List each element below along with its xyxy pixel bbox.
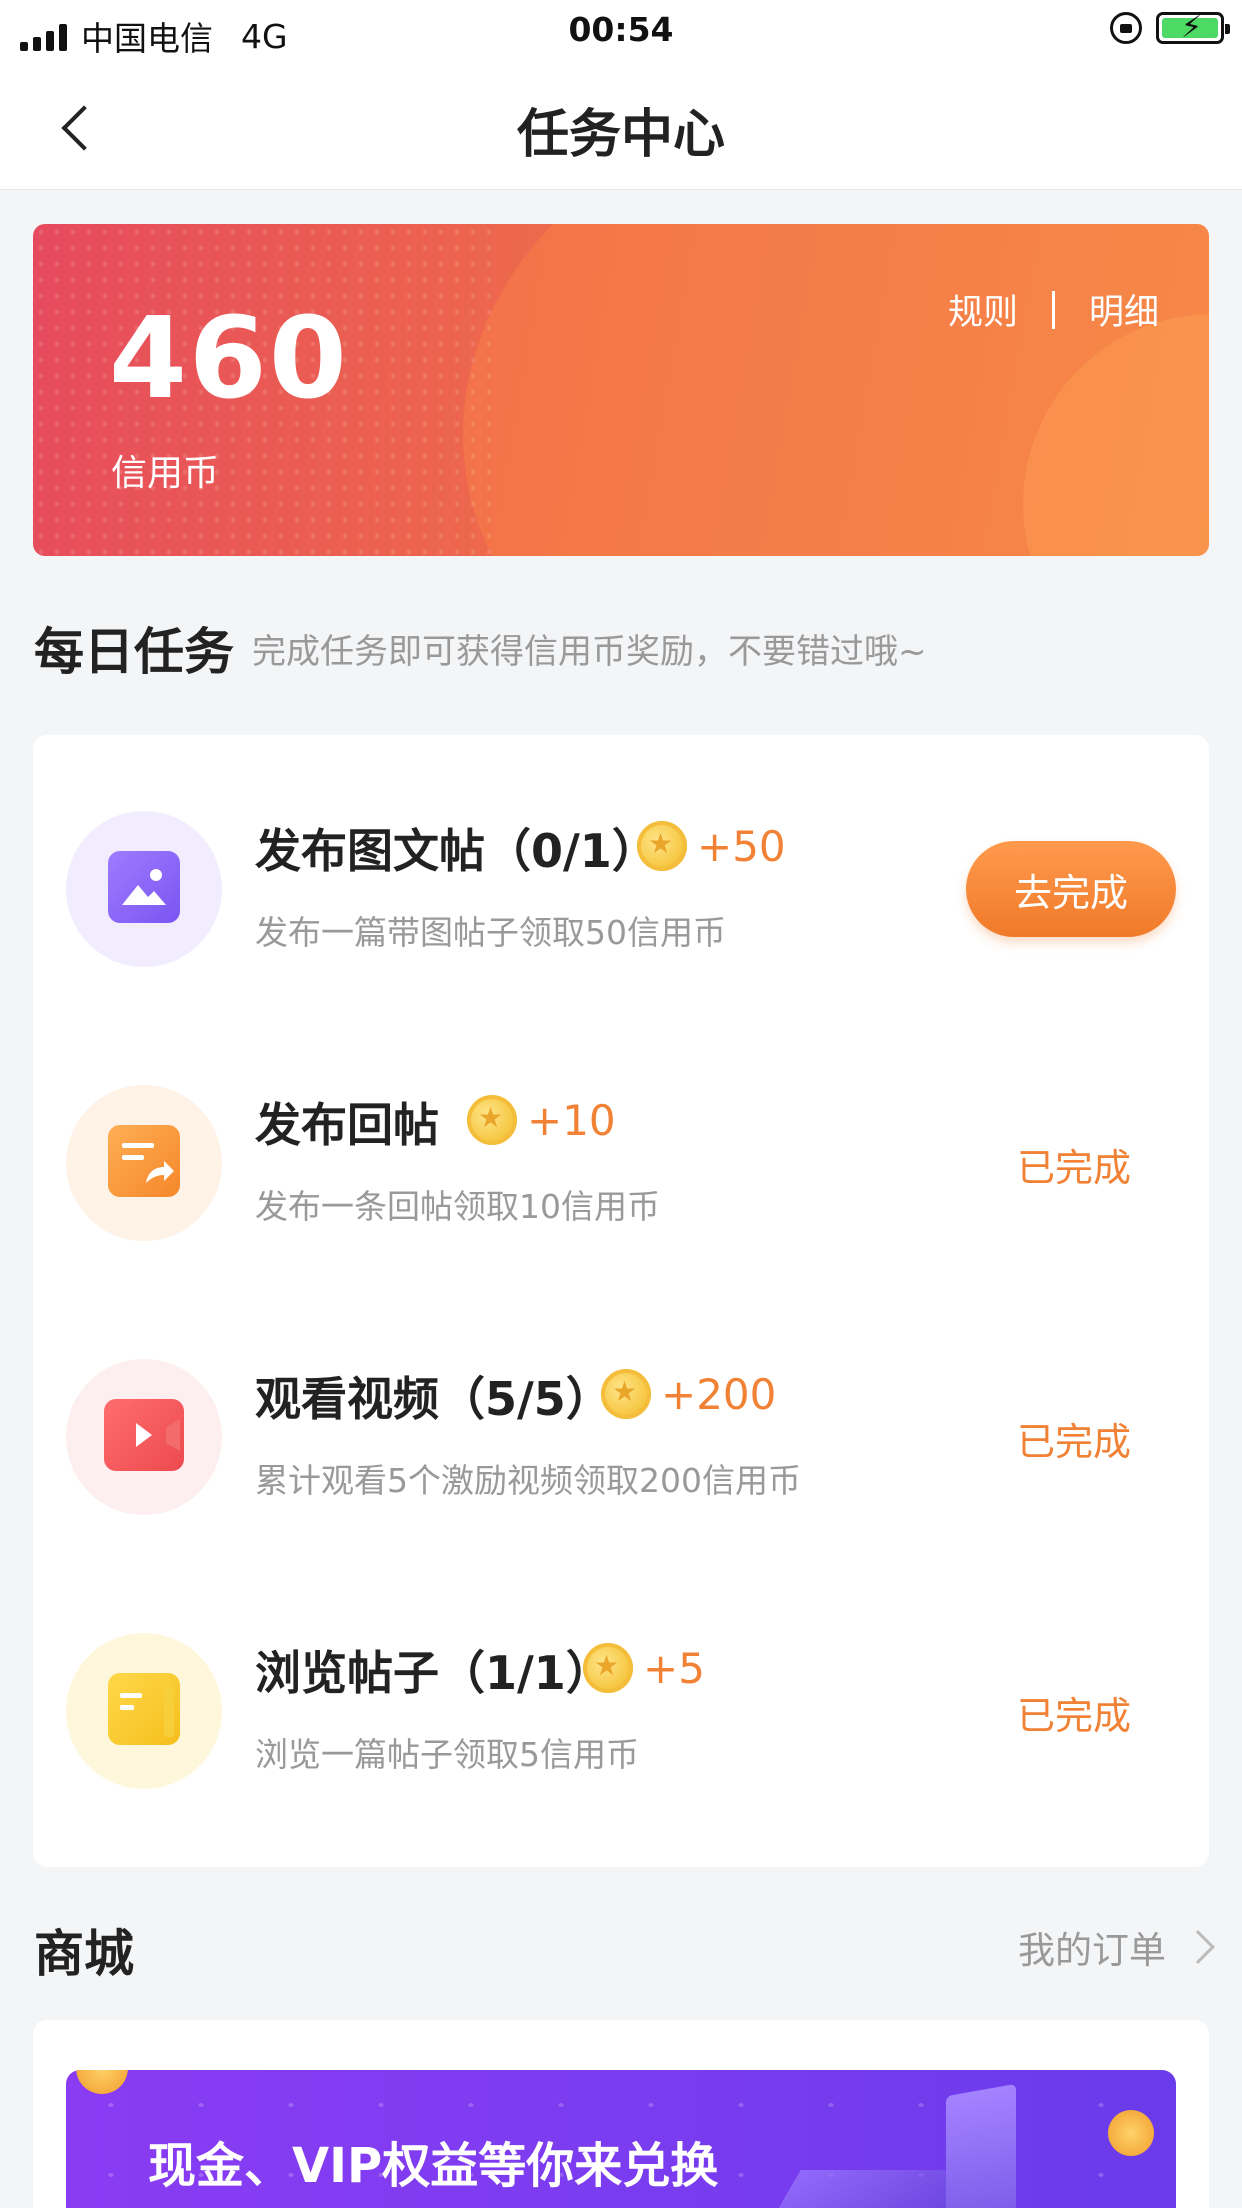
- reply-icon: [66, 1085, 222, 1241]
- battery-icon: ⚡: [1156, 11, 1230, 45]
- completed-status: 已完成: [1016, 1694, 1131, 1738]
- go-complete-button[interactable]: 去完成: [966, 841, 1176, 937]
- task-row: 观看视频（5/5） +200 累计观看5个激励视频领取200信用币 已完成: [33, 1283, 1209, 1557]
- task-list: 发布图文帖（0/1） +50 发布一篇带图帖子领取50信用币 去完成 发布回帖 …: [33, 735, 1209, 1867]
- coin-orb-icon: [1108, 2110, 1154, 2156]
- task-reward: +5: [643, 1644, 705, 1693]
- document-icon: [66, 1633, 222, 1789]
- task-description: 发布一篇带图帖子领取50信用币: [255, 913, 726, 952]
- rotation-lock-icon: [1110, 12, 1142, 44]
- video-icon: [66, 1359, 222, 1515]
- completed-status: 已完成: [1016, 1420, 1131, 1464]
- shop-banner[interactable]: 现金、VIP权益等你来兑换: [66, 2070, 1176, 2208]
- task-reward: +50: [697, 822, 786, 871]
- coin-icon: [601, 1369, 651, 1419]
- image-icon: [66, 811, 222, 967]
- daily-tasks-title: 每日任务: [34, 623, 234, 681]
- task-description: 发布一条回帖领取10信用币: [255, 1187, 660, 1226]
- credit-amount: 460: [109, 294, 349, 424]
- task-row: 发布回帖 +10 发布一条回帖领取10信用币 已完成: [33, 1009, 1209, 1283]
- page-title: 任务中心: [516, 105, 725, 165]
- task-title: 观看视频（5/5）: [255, 1372, 612, 1426]
- shop-title: 商城: [34, 1925, 134, 1983]
- credit-balance-card: 460 信用币 规则 明细: [33, 224, 1209, 556]
- link-divider: [1051, 290, 1055, 329]
- details-link[interactable]: 明细: [1089, 284, 1159, 335]
- coin-icon: [467, 1095, 517, 1145]
- my-orders-label: 我的订单: [1018, 1929, 1166, 1972]
- coin-icon: [637, 821, 687, 871]
- rules-link[interactable]: 规则: [948, 284, 1018, 335]
- chevron-right-icon: [1181, 1930, 1215, 1964]
- task-description: 累计观看5个激励视频领取200信用币: [255, 1461, 801, 1500]
- card-links: 规则 明细: [948, 284, 1159, 335]
- task-reward: +10: [527, 1096, 616, 1145]
- status-time: 00:54: [568, 10, 674, 49]
- task-description: 浏览一篇帖子领取5信用币: [255, 1735, 639, 1774]
- task-title: 发布图文帖（0/1）: [255, 824, 658, 878]
- coin-icon: [583, 1643, 633, 1693]
- credit-label: 信用币: [111, 453, 220, 494]
- my-orders-link[interactable]: 我的订单: [1018, 1920, 1215, 1974]
- shop-panel: 现金、VIP权益等你来兑换: [33, 2020, 1209, 2208]
- task-row: 发布图文帖（0/1） +50 发布一篇带图帖子领取50信用币 去完成: [33, 735, 1209, 1009]
- completed-status: 已完成: [1016, 1146, 1131, 1190]
- task-title: 浏览帖子（1/1）: [255, 1646, 612, 1700]
- task-row: 浏览帖子（1/1） +5 浏览一篇帖子领取5信用币 已完成: [33, 1557, 1209, 1831]
- daily-tasks-subtitle: 完成任务即可获得信用币奖励，不要错过哦~: [252, 632, 927, 672]
- task-title: 发布回帖: [255, 1098, 439, 1152]
- banner-text: 现金、VIP权益等你来兑换: [148, 2138, 719, 2194]
- nav-bar: 任务中心: [0, 62, 1242, 190]
- status-right: ⚡: [1110, 11, 1230, 45]
- tower-illustration: [946, 2083, 1016, 2208]
- task-reward: +200: [661, 1370, 777, 1419]
- status-bar: 中国电信 4G 00:54 ⚡: [0, 0, 1242, 62]
